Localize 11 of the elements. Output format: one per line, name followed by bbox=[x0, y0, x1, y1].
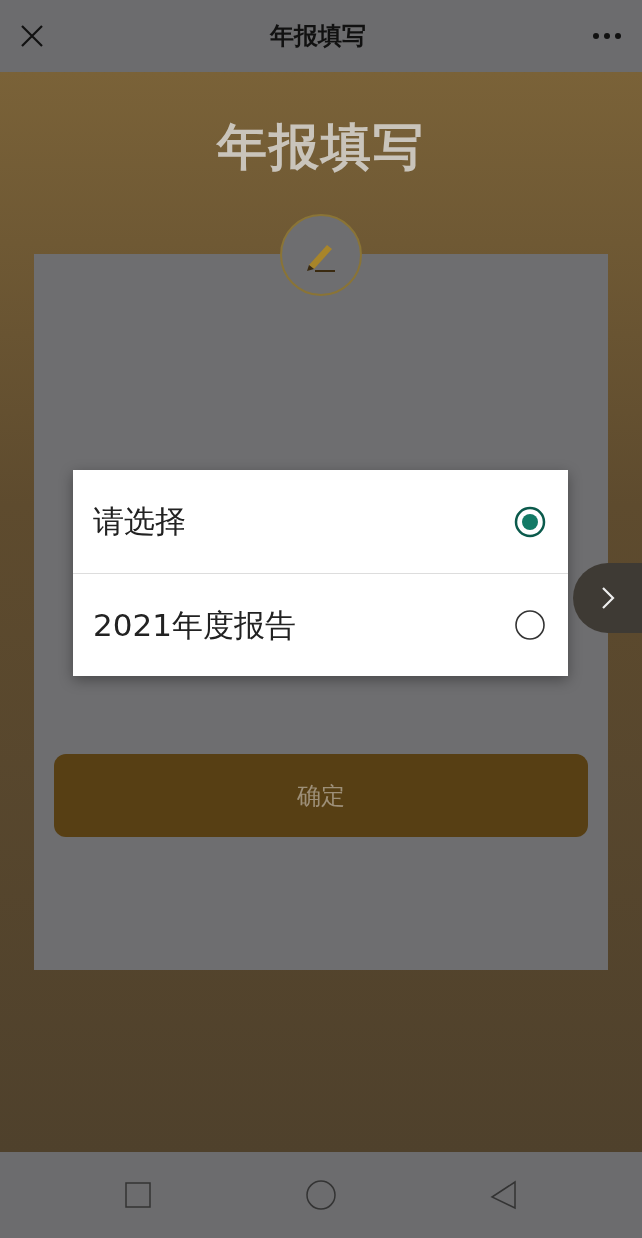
banner-title: 年报填写 bbox=[217, 118, 425, 176]
square-nav-icon[interactable] bbox=[124, 1181, 153, 1209]
back-nav-icon[interactable] bbox=[489, 1180, 518, 1210]
radio-icon[interactable] bbox=[514, 505, 546, 538]
radio-icon[interactable] bbox=[514, 609, 546, 641]
picker-option[interactable]: 2021年度报告 bbox=[73, 573, 568, 676]
close-icon[interactable] bbox=[20, 24, 44, 48]
picker-option[interactable]: 请选择 bbox=[73, 470, 568, 573]
page-title: 年报填写 bbox=[270, 21, 366, 52]
home-nav-icon[interactable] bbox=[305, 1179, 337, 1211]
more-icon[interactable] bbox=[592, 32, 622, 40]
